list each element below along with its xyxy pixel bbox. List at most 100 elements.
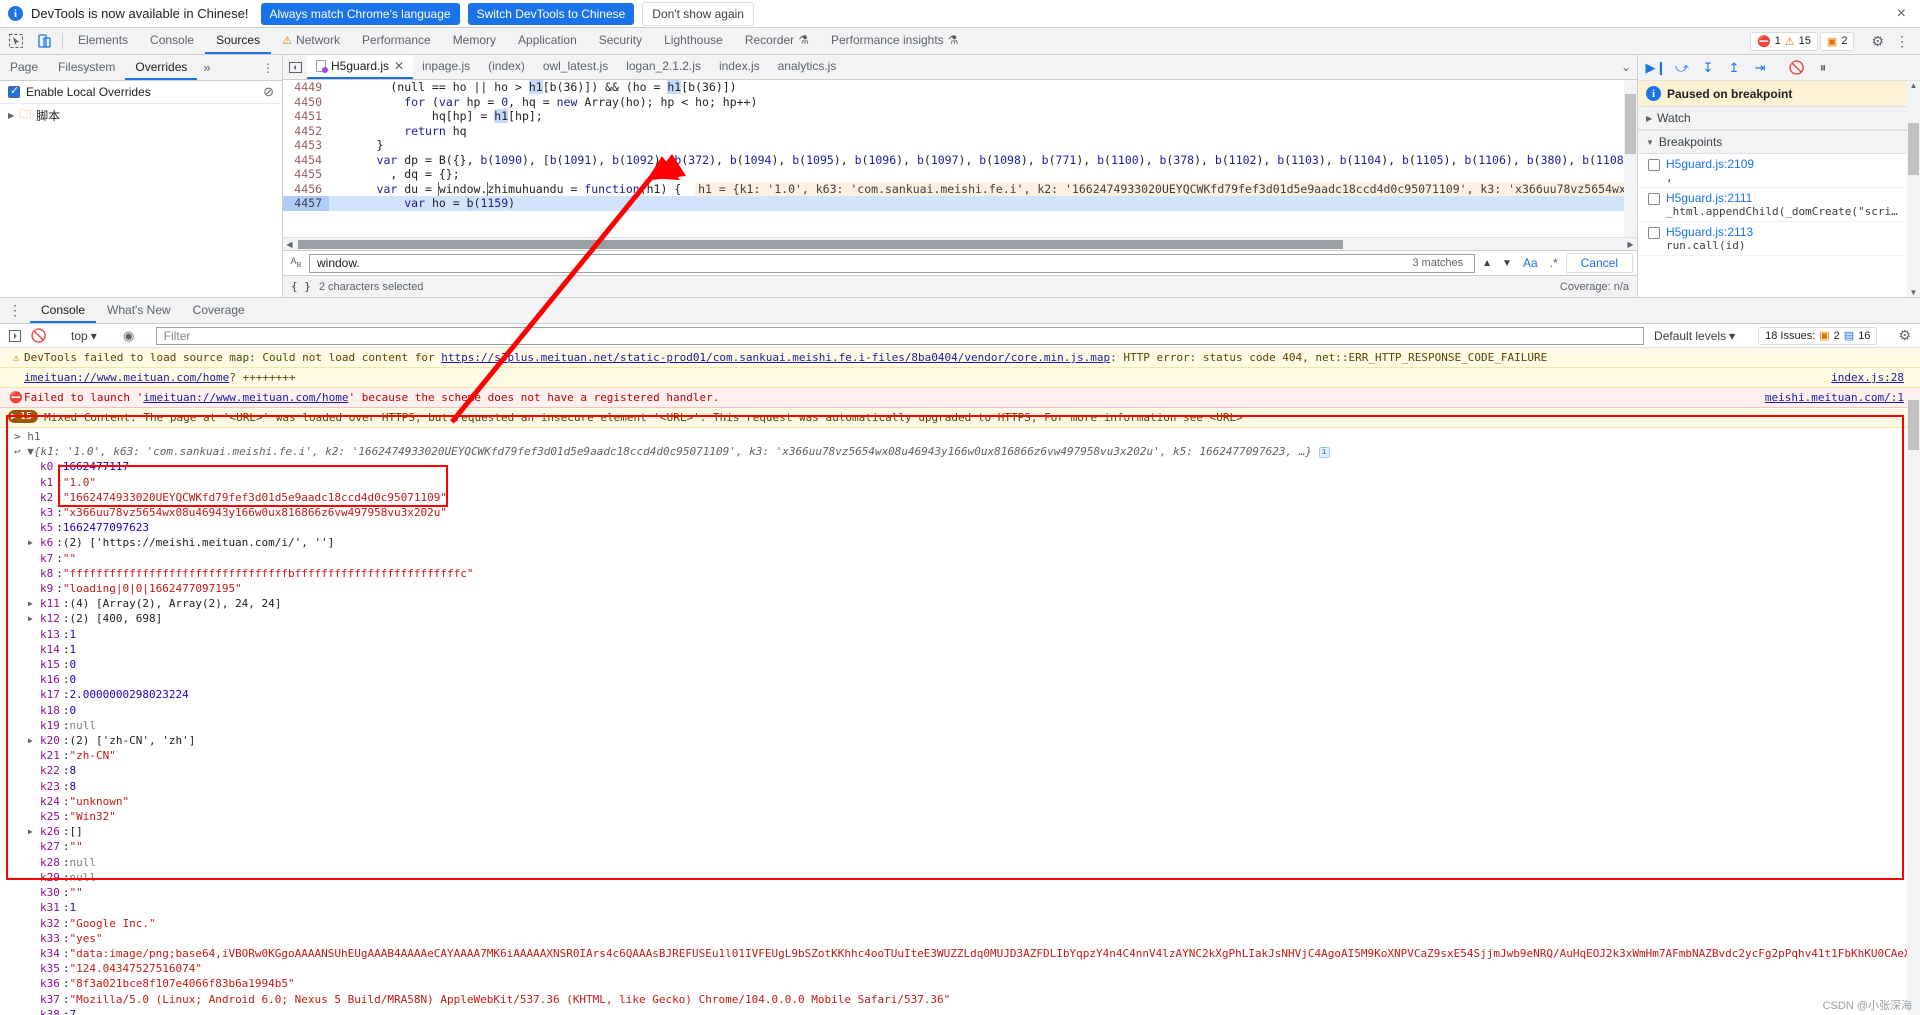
object-entry[interactable]: ▶ k12: (2) [400, 698] — [10, 611, 1920, 626]
scrollbar-thumb[interactable] — [1908, 123, 1919, 175]
chevron-right-icon[interactable]: ▶ — [8, 111, 14, 120]
show-navigator-icon[interactable] — [283, 55, 307, 79]
tab-console[interactable]: Console — [139, 28, 205, 54]
resume-script-icon[interactable]: ▶❙ — [1644, 58, 1668, 78]
scroll-left-icon[interactable]: ◀ — [283, 240, 296, 249]
object-entry[interactable]: ▶ k20: (2) ['zh-CN', 'zh'] — [10, 733, 1920, 748]
console-sidebar-icon[interactable] — [5, 327, 25, 345]
console-message-error[interactable]: ⛔ Failed to launch 'imeituan://www.meitu… — [0, 388, 1920, 408]
file-tab-h5guard[interactable]: H5guard.js ✕ — [307, 55, 414, 79]
console-message-warning[interactable]: ⚠ DevTools failed to load source map: Co… — [0, 348, 1920, 368]
tab-recorder[interactable]: Recorder ⚗ — [734, 28, 820, 54]
deactivate-breakpoints-icon[interactable]: 🚫 — [1785, 58, 1809, 78]
scrollbar-thumb[interactable] — [298, 239, 1343, 249]
always-match-language-button[interactable]: Always match Chrome's language — [260, 2, 460, 25]
pretty-print-icon[interactable]: { } — [291, 280, 311, 293]
search-input[interactable] — [315, 255, 1413, 271]
issues-counter[interactable]: ▣ 2 — [1819, 31, 1855, 51]
tab-sources[interactable]: Sources — [205, 28, 272, 54]
code-horizontal-scrollbar[interactable]: ◀ ▶ — [283, 237, 1637, 250]
search-next-icon[interactable]: ▼ — [1499, 258, 1515, 269]
switch-devtools-chinese-button[interactable]: Switch DevTools to Chinese — [467, 2, 635, 25]
object-entry[interactable]: ▶ k11: (4) [Array(2), Array(2), 24, 24] — [10, 596, 1920, 611]
tab-application[interactable]: Application — [507, 28, 588, 54]
more-tabs-icon[interactable]: ⌄ — [1621, 55, 1637, 79]
overrides-folder-item[interactable]: ▶ 🗀 脚本 — [0, 104, 282, 126]
file-tab-owl-latest[interactable]: owl_latest.js — [534, 55, 617, 79]
tab-security[interactable]: Security — [588, 28, 653, 54]
message-link[interactable]: https://s3plus.meituan.net/static-prod01… — [441, 351, 1110, 364]
inspect-cursor-icon[interactable] — [2, 28, 30, 54]
expand-triangle-icon[interactable]: ▶ — [28, 535, 33, 550]
enable-local-overrides-row[interactable]: Enable Local Overrides ⊘ — [0, 81, 282, 104]
breakpoint-location[interactable]: H5guard.js:2109 — [1666, 157, 1754, 171]
breakpoint-item[interactable]: H5guard.js:2113 run.call(id) — [1638, 222, 1920, 256]
object-entry[interactable]: ▶ k26: [] — [10, 824, 1920, 839]
message-source-link[interactable]: index.js:28 — [1831, 370, 1904, 385]
expand-triangle-icon[interactable]: ▼ — [27, 445, 34, 458]
breakpoint-item[interactable]: H5guard.js:2109 , — [1638, 154, 1920, 188]
console-issues-counter[interactable]: 18 Issues: ▣ 2 ▤ 16 — [1758, 326, 1878, 345]
breakpoint-checkbox[interactable] — [1648, 159, 1660, 171]
navigator-kebab-icon[interactable]: ⋮ — [254, 55, 282, 80]
file-tab-logan[interactable]: logan_2.1.2.js — [617, 55, 710, 79]
clear-console-icon[interactable]: 🚫 — [29, 327, 49, 345]
scroll-right-icon[interactable]: ▶ — [1624, 240, 1637, 249]
breakpoint-checkbox[interactable] — [1648, 193, 1660, 205]
clear-overrides-icon[interactable]: ⊘ — [263, 84, 274, 100]
search-cancel-button[interactable]: Cancel — [1565, 253, 1633, 273]
close-icon[interactable]: ✕ — [394, 59, 404, 73]
tab-performance-insights[interactable]: Performance insights ⚗ — [820, 28, 969, 54]
drawer-tab-whats-new[interactable]: What's New — [96, 298, 182, 323]
file-tab-index-js[interactable]: index.js — [710, 55, 769, 79]
device-toolbar-icon[interactable] — [30, 28, 58, 54]
tab-network[interactable]: ⚠ Network — [271, 28, 351, 54]
search-input-wrapper[interactable]: 3 matches — [309, 253, 1476, 273]
console-scrollbar[interactable] — [1907, 398, 1920, 1015]
breakpoint-location[interactable]: H5guard.js:2111 — [1666, 191, 1898, 205]
message-link[interactable]: imeituan://www.meituan.com/home — [143, 391, 348, 404]
expand-triangle-icon[interactable]: ▶ — [28, 596, 33, 611]
message-repeat-count[interactable]: ▶ 15 — [8, 410, 39, 423]
live-expression-icon[interactable]: ◉ — [119, 327, 139, 345]
breakpoints-section-header[interactable]: ▼ Breakpoints — [1638, 130, 1920, 154]
breakpoint-location[interactable]: H5guard.js:2113 — [1666, 225, 1753, 239]
pause-on-exceptions-icon[interactable]: ⏸ — [1811, 58, 1835, 78]
message-source-link[interactable]: meishi.meituan.com/:1 — [1765, 390, 1904, 405]
kebab-menu-icon[interactable]: ⋮ — [1890, 33, 1914, 50]
step-over-icon[interactable]: ⤻ — [1670, 58, 1694, 78]
console-message-warning-grouped[interactable]: ▶ 15 Mixed Content: The page at '<URL>' w… — [0, 408, 1920, 428]
gear-icon[interactable]: ⚙ — [1894, 327, 1915, 344]
code-lines[interactable]: 4449 (null == ho || ho > h1[b(36)]) && (… — [283, 80, 1637, 237]
watch-section-header[interactable]: ▶ Watch — [1638, 106, 1920, 130]
tab-memory[interactable]: Memory — [442, 28, 507, 54]
nav-tab-overrides[interactable]: Overrides — [125, 55, 198, 80]
step-out-icon[interactable]: ↥ — [1722, 58, 1746, 78]
regex-toggle[interactable]: .* — [1546, 256, 1562, 270]
step-into-icon[interactable]: ↧ — [1696, 58, 1720, 78]
expand-triangle-icon[interactable]: ▶ — [28, 611, 33, 626]
step-icon[interactable]: ⇥ — [1748, 58, 1772, 78]
tab-performance[interactable]: Performance — [351, 28, 442, 54]
object-entry[interactable]: ▶ k6: (2) ['https://meishi.meituan.com/i/… — [10, 535, 1920, 550]
scrollbar-thumb[interactable] — [1625, 94, 1636, 154]
more-tabs-icon[interactable]: » — [197, 55, 216, 80]
dont-show-again-button[interactable]: Don't show again — [642, 1, 754, 26]
drawer-tab-coverage[interactable]: Coverage — [182, 298, 256, 323]
debugger-scrollbar[interactable]: ▲ ▼ — [1907, 81, 1920, 297]
console-message-warning[interactable]: imeituan://www.meituan.com/home? +++++++… — [0, 368, 1920, 388]
scroll-up-icon[interactable]: ▲ — [1907, 81, 1920, 90]
nav-tab-filesystem[interactable]: Filesystem — [48, 55, 125, 80]
search-prev-icon[interactable]: ▲ — [1479, 258, 1495, 269]
nav-tab-page[interactable]: Page — [0, 55, 48, 80]
breakpoint-item[interactable]: H5guard.js:2111 _html.appendChild(_domCr… — [1638, 188, 1920, 222]
expand-triangle-icon[interactable]: ▶ — [28, 733, 33, 748]
info-icon[interactable]: i — [1318, 446, 1330, 458]
file-tab-index-doc[interactable]: (index) — [479, 55, 534, 79]
console-filter-input[interactable] — [161, 327, 1639, 344]
dump-header-row[interactable]: ↩ ▼{k1: '1.0', k63: 'com.sankuai.meishi.… — [10, 444, 1920, 459]
close-icon[interactable]: × — [1891, 5, 1912, 22]
match-case-toggle[interactable]: Aa — [1519, 256, 1542, 270]
file-tab-inpage[interactable]: inpage.js — [413, 55, 479, 79]
breakpoint-checkbox[interactable] — [1648, 227, 1660, 239]
